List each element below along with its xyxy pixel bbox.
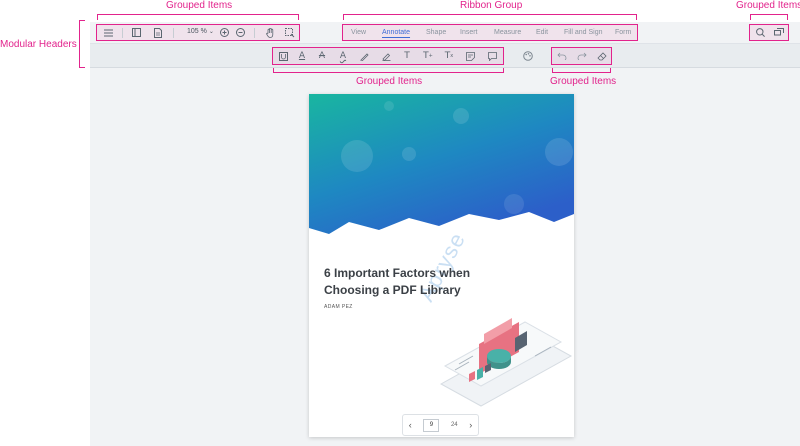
- zoom-in-icon[interactable]: [217, 25, 231, 40]
- redo-icon[interactable]: [575, 48, 589, 64]
- chevron-right-icon[interactable]: ›: [469, 420, 472, 430]
- comment-icon[interactable]: [485, 48, 499, 64]
- annotation-grouped-items-history: Grouped Items: [550, 76, 617, 87]
- tab-view[interactable]: View: [351, 29, 366, 36]
- zoom-select[interactable]: 105 % ⌄: [187, 28, 214, 35]
- undo-icon[interactable]: [555, 48, 569, 64]
- freehand-icon[interactable]: [357, 48, 371, 64]
- text-insert-icon[interactable]: T +: [421, 48, 435, 64]
- chevron-left-icon[interactable]: ‹: [409, 420, 412, 430]
- document-title-line1: 6 Important Factors when: [324, 266, 471, 280]
- tab-insert[interactable]: Insert: [460, 29, 478, 36]
- annotation-grouped-items-top-left: Grouped Items: [166, 0, 233, 11]
- document-author: ADAM PEZ: [324, 304, 353, 310]
- annotation-bracket-top-left: [97, 14, 299, 20]
- annotation-bracket-ribbon: [343, 14, 637, 20]
- separator: [122, 28, 123, 38]
- tab-edit[interactable]: Edit: [536, 29, 548, 36]
- zoom-out-icon[interactable]: [233, 25, 247, 40]
- left-tools-group: 105 % ⌄: [96, 24, 300, 41]
- squiggly-text-icon[interactable]: A: [336, 48, 350, 64]
- tab-annotate[interactable]: Annotate: [382, 29, 410, 36]
- menu-icon[interactable]: [101, 25, 115, 40]
- chevron-down-icon: ⌄: [208, 29, 214, 35]
- selection-icon[interactable]: [283, 25, 297, 40]
- document-title-line2: Choosing a PDF Library: [324, 283, 461, 297]
- free-text-icon[interactable]: T: [400, 48, 414, 64]
- annotation-ribbon-group: Ribbon Group: [460, 0, 523, 11]
- tab-measure[interactable]: Measure: [494, 29, 521, 36]
- annotation-bracket-headers: [79, 20, 85, 68]
- annotation-bracket-top-right: [750, 14, 788, 20]
- history-tools-group: [551, 47, 612, 65]
- annotation-grouped-items-top-right: Grouped Items: [736, 0, 800, 11]
- right-tools-group: [749, 24, 789, 41]
- tab-fill-and-sign[interactable]: Fill and Sign: [564, 29, 603, 36]
- search-icon[interactable]: [753, 25, 767, 40]
- strikeout-text-icon[interactable]: A: [315, 48, 329, 64]
- annotation-bracket-tools: [273, 68, 504, 73]
- underline-tool-icon[interactable]: [276, 48, 290, 64]
- tab-form[interactable]: Form: [615, 29, 631, 36]
- separator: [254, 28, 255, 38]
- text-replace-icon[interactable]: Tx: [442, 48, 456, 64]
- zoom-value: 105 %: [187, 28, 207, 35]
- total-pages: 24: [450, 422, 458, 428]
- ribbon-group: View Annotate Shape Insert Measure Edit …: [342, 24, 638, 41]
- highlight-text-icon[interactable]: A: [295, 48, 309, 64]
- annotation-bracket-history: [552, 68, 611, 73]
- panel-icon[interactable]: [129, 25, 143, 40]
- document-page: Apryse 6 Important Factors when Choosing…: [309, 94, 574, 437]
- freehand-highlight-icon[interactable]: [379, 48, 393, 64]
- separator: [173, 28, 174, 38]
- eraser-icon[interactable]: [595, 48, 609, 64]
- document-icon[interactable]: [151, 25, 165, 40]
- palette-icon[interactable]: [521, 49, 535, 63]
- sticky-note-icon[interactable]: [463, 48, 477, 64]
- annotation-tools-group: A A A T T + Tx: [272, 47, 504, 65]
- page-number-input[interactable]: 9: [423, 418, 440, 432]
- annotation-grouped-items-tools: Grouped Items: [356, 76, 423, 87]
- tab-shape[interactable]: Shape: [426, 29, 446, 36]
- hand-icon[interactable]: [263, 25, 277, 40]
- comments-icon[interactable]: [772, 25, 786, 40]
- annotation-modular-headers: Modular Headers: [0, 39, 77, 50]
- page-navigation: ‹ 9 24 ›: [402, 414, 479, 436]
